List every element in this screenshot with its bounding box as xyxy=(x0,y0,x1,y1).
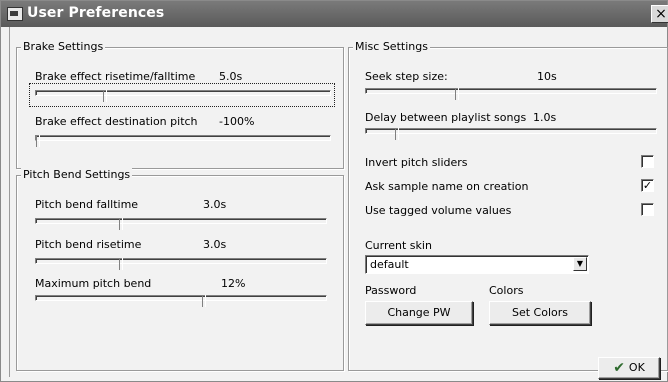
max-pitch-bend-slider-thumb[interactable] xyxy=(202,295,206,307)
brake-risetime-slider-thumb[interactable] xyxy=(103,90,107,102)
max-pitch-bend-slider[interactable] xyxy=(35,295,327,307)
seek-step-slider-thumb[interactable] xyxy=(455,88,459,100)
pitch-risetime-value: 3.0s xyxy=(203,238,227,251)
brake-pitch-label: Brake effect destination pitch xyxy=(35,115,198,128)
pitch-falltime-label: Pitch bend falltime xyxy=(35,198,139,211)
pitch-falltime-value: 3.0s xyxy=(203,198,227,211)
brake-pitch-slider-thumb[interactable] xyxy=(36,135,40,147)
tagged-volume-label: Use tagged volume values xyxy=(365,204,512,217)
seek-step-slider[interactable] xyxy=(365,88,657,100)
playlist-delay-label: Delay between playlist songs xyxy=(365,111,527,124)
skin-select-value: default xyxy=(370,258,409,271)
brake-settings-group: Brake Settings Brake effect risetime/fal… xyxy=(16,40,344,169)
playlist-delay-slider[interactable] xyxy=(365,128,657,140)
tagged-volume-checkbox[interactable] xyxy=(641,203,654,216)
title-bar[interactable]: User Preferences × xyxy=(1,1,668,27)
colors-label: Colors xyxy=(489,284,524,297)
pitch-bend-group: Pitch Bend Settings Pitch bend falltime … xyxy=(16,168,344,371)
current-skin-label: Current skin xyxy=(365,239,432,252)
pitch-risetime-label: Pitch bend risetime xyxy=(35,238,142,251)
preferences-window: User Preferences × Brake Settings Brake … xyxy=(0,0,668,382)
brake-risetime-label: Brake effect risetime/falltime xyxy=(35,70,196,83)
ok-button[interactable]: ✔ OK xyxy=(598,357,660,379)
brake-risetime-value: 5.0s xyxy=(219,70,243,83)
max-pitch-bend-value: 12% xyxy=(221,277,246,290)
checkmark-icon: ✔ xyxy=(613,360,625,376)
misc-settings-title: Misc Settings xyxy=(353,40,430,53)
skin-select[interactable]: default ▼ xyxy=(365,255,589,274)
pitch-bend-title: Pitch Bend Settings xyxy=(21,168,133,181)
brake-risetime-slider[interactable] xyxy=(35,90,331,102)
set-colors-button[interactable]: Set Colors xyxy=(489,301,591,325)
client-area: Brake Settings Brake effect risetime/fal… xyxy=(9,27,668,379)
ask-sample-name-checkbox[interactable]: ✓ xyxy=(641,179,654,192)
change-pw-button[interactable]: Change PW xyxy=(365,301,473,325)
invert-pitch-label: Invert pitch sliders xyxy=(365,156,468,169)
close-button[interactable]: × xyxy=(651,5,668,23)
dropdown-arrow-icon[interactable]: ▼ xyxy=(573,257,587,271)
pitch-falltime-slider[interactable] xyxy=(35,218,327,230)
misc-settings-group: Misc Settings Seek step size: 10s Delay … xyxy=(348,40,668,371)
brake-pitch-value: -100% xyxy=(219,115,255,128)
playlist-delay-slider-thumb[interactable] xyxy=(395,128,399,140)
pitch-risetime-slider-thumb[interactable] xyxy=(119,258,123,270)
password-label: Password xyxy=(365,284,417,297)
seek-step-label: Seek step size: xyxy=(365,70,448,83)
pitch-falltime-slider-thumb[interactable] xyxy=(119,218,123,230)
brake-settings-title: Brake Settings xyxy=(21,40,106,53)
ask-sample-name-label: Ask sample name on creation xyxy=(365,180,529,193)
app-icon xyxy=(7,7,23,21)
seek-step-value: 10s xyxy=(537,70,557,83)
max-pitch-bend-label: Maximum pitch bend xyxy=(35,277,152,290)
ok-button-label: OK xyxy=(628,361,645,374)
window-title: User Preferences xyxy=(27,5,165,21)
playlist-delay-value: 1.0s xyxy=(533,111,557,124)
invert-pitch-checkbox[interactable] xyxy=(641,155,654,168)
brake-pitch-slider[interactable] xyxy=(35,135,331,147)
pitch-risetime-slider[interactable] xyxy=(35,258,327,270)
